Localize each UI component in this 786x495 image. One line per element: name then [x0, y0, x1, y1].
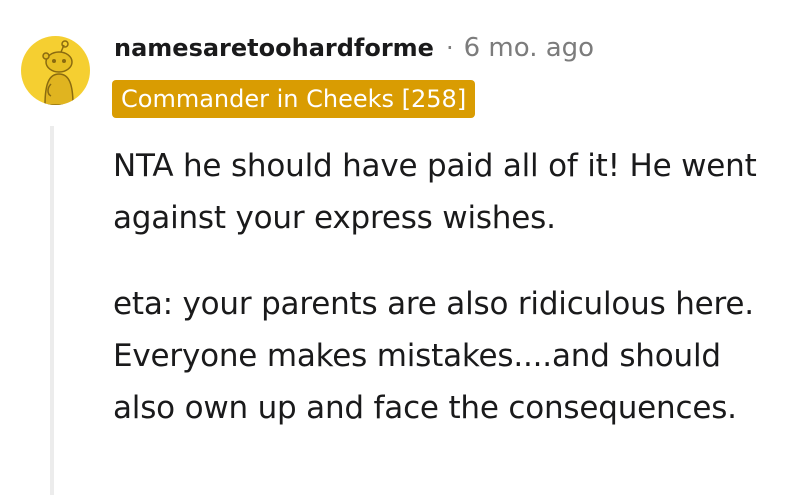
comment-paragraph: eta: your parents are also ridiculous he…: [113, 286, 754, 426]
snoo-avatar-graphic: [42, 40, 74, 105]
author-username[interactable]: namesaretoohardforme: [114, 34, 434, 62]
comment-paragraph: NTA he should have paid all of it! He we…: [113, 148, 757, 236]
snoo-avatar-icon[interactable]: [21, 36, 90, 105]
thread-collapse-line[interactable]: [50, 126, 54, 495]
comment-body: NTA he should have paid all of it! He we…: [113, 140, 773, 434]
comment-timestamp[interactable]: 6 mo. ago: [464, 33, 594, 63]
meta-separator: ·: [445, 34, 454, 62]
comment: namesaretoohardforme · 6 mo. ago Command…: [0, 0, 786, 495]
comment-meta: namesaretoohardforme · 6 mo. ago: [114, 31, 594, 65]
user-flair-badge: Commander in Cheeks [258]: [112, 80, 476, 118]
